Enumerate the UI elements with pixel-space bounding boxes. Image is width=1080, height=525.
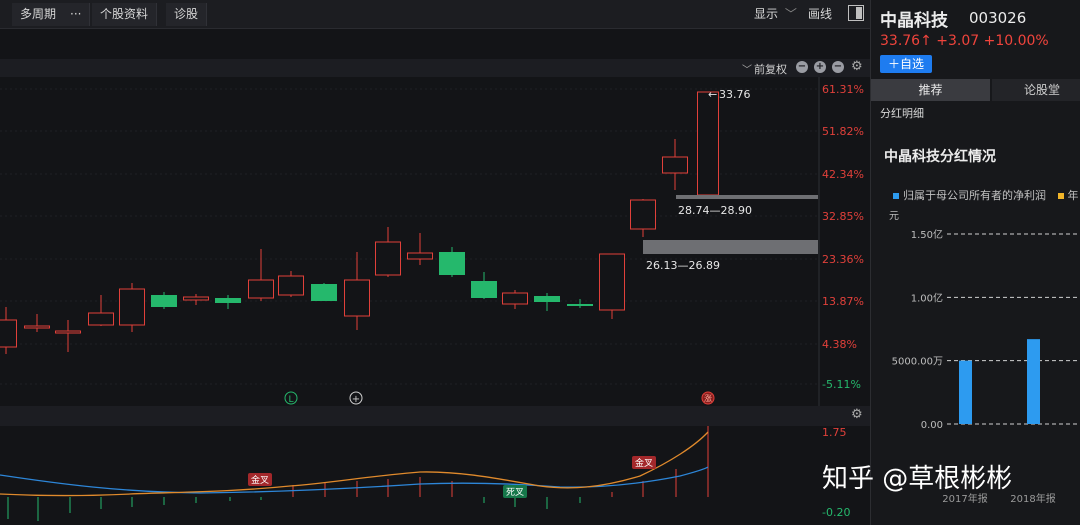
dividend-y-tick: 0.00: [921, 420, 943, 431]
dividend-bar: [1027, 339, 1040, 424]
candle: [88, 295, 114, 326]
indicator-y-bottom: -0.20: [822, 506, 850, 519]
collapse-icon[interactable]: −: [832, 61, 844, 73]
candle: [151, 292, 177, 309]
event-markers: L + 涨: [284, 391, 715, 405]
display-label: 显示: [754, 7, 779, 21]
panel-toggle-icon[interactable]: [848, 5, 864, 21]
indicator-header: ⚙: [0, 406, 870, 426]
chevron-down-icon: ﹀: [742, 65, 752, 76]
marker-limit-up-label: 涨: [704, 393, 712, 403]
candle: [248, 249, 274, 301]
candle: [55, 320, 81, 352]
stock-side-panel: 中晶科技 003026 33.76↑ +3.07 +10.00% ＋自选 推荐 …: [870, 0, 1080, 525]
diagnosis-button[interactable]: 诊股: [166, 3, 208, 26]
price-zone-lower: [643, 240, 818, 254]
tab-recommend[interactable]: 推荐: [871, 79, 990, 101]
marker-l-label: L: [288, 395, 293, 405]
dividend-bar: [959, 360, 972, 424]
golden-cross-label: 金叉: [251, 474, 269, 486]
price-chart-header: ﹀ 前复权 − + − ⚙: [0, 59, 870, 77]
dividend-y-tick: 1.50亿: [911, 228, 943, 241]
death-cross-label: 死叉: [506, 487, 524, 498]
price-axis-tick: 4.38%: [822, 338, 857, 351]
chevron-down-icon: ﹀: [784, 7, 797, 21]
candle: [599, 253, 625, 319]
price-zone-upper: [676, 195, 818, 199]
candle: [119, 283, 145, 332]
stock-name: 中晶科技: [880, 11, 948, 31]
macd-indicator-chart[interactable]: 金叉 死叉 金叉 1.75 -0.20: [0, 426, 870, 525]
candle: [471, 272, 497, 299]
add-favorite-button[interactable]: ＋自选: [880, 55, 932, 73]
candle: [344, 252, 370, 330]
tab-stock-forum[interactable]: 论股堂: [992, 79, 1080, 101]
candle: [567, 299, 593, 308]
multi-period-button[interactable]: 多周期: [12, 3, 66, 26]
dividend-y-tick: 5000.00万: [892, 357, 943, 368]
price-zone-upper-label: 28.74—28.90: [678, 204, 752, 217]
stock-info-button[interactable]: 个股资料: [92, 3, 158, 26]
dividend-x-label: 2018年报: [1010, 492, 1055, 505]
gear-icon[interactable]: ⚙: [851, 59, 863, 74]
indicator-y-top: 1.75: [822, 426, 847, 439]
golden-cross-label: 金叉: [635, 457, 653, 469]
candle: [24, 314, 50, 332]
zoom-in-icon[interactable]: +: [814, 61, 826, 73]
price-axis-tick: 42.34%: [822, 168, 864, 181]
gear-icon[interactable]: ⚙: [851, 407, 863, 422]
price-axis-tick: 23.36%: [822, 253, 864, 266]
dif-line: [0, 466, 709, 494]
marker-plus-label: +: [352, 394, 360, 405]
watermark: 知乎 @草根彬彬: [822, 464, 1013, 494]
stock-code: 003026: [969, 9, 1027, 27]
dividend-grid: 1.50亿 1.00亿 5000.00万 0.00: [892, 228, 1080, 431]
price-axis-tick: -5.11%: [822, 378, 861, 391]
price-axis-tick: 51.82%: [822, 125, 864, 138]
candle: [0, 307, 17, 354]
candle: [697, 91, 719, 196]
candle: [630, 199, 656, 237]
candle: [278, 271, 304, 297]
dividend-bars: [959, 339, 1040, 424]
candle: [375, 227, 401, 277]
adjust-mode-dropdown[interactable]: 前复权: [754, 61, 787, 77]
candle: [311, 283, 337, 301]
more-menu-button[interactable]: ···: [62, 3, 91, 26]
price-axis-tick: 61.31%: [822, 83, 864, 96]
draw-line-button[interactable]: 画线: [808, 3, 832, 26]
price-axis-tick: 32.85%: [822, 210, 864, 223]
candlestick-chart[interactable]: 28.74—28.90 26.13—26.89 ← 33.76 61.31% 51…: [0, 77, 870, 406]
zoom-out-icon[interactable]: −: [796, 61, 808, 73]
dividend-title: 中晶科技分红情况: [884, 149, 996, 165]
legend-swatch-blue: [893, 193, 899, 199]
section-dividend-details: 分红明细: [880, 107, 924, 120]
legend-swatch-yellow: [1057, 193, 1064, 199]
candle: [662, 139, 688, 190]
price-axis-tick: 13.87%: [822, 295, 864, 308]
candle: [215, 295, 241, 309]
candle: [183, 294, 209, 305]
last-price-arrow: ←: [708, 88, 717, 101]
last-price-label: 33.76: [719, 88, 751, 101]
price-axis: 61.31% 51.82% 42.34% 32.85% 23.36% 13.87% 4.38…: [822, 83, 864, 391]
dividend-unit-label: 元: [889, 211, 899, 222]
stock-price-change: 33.76↑ +3.07 +10.00%: [880, 33, 1049, 49]
candle: [407, 233, 433, 265]
candle: [502, 290, 528, 309]
price-zones: 28.74—28.90 26.13—26.89: [643, 195, 818, 272]
display-dropdown[interactable]: 显示 ﹀: [754, 3, 797, 26]
chart-toolbar: 多周期 ··· 个股资料 诊股 显示 ﹀ 画线: [0, 0, 870, 29]
macd-histogram: [7, 426, 709, 521]
dividend-y-tick: 1.00亿: [911, 291, 943, 304]
candle: [534, 293, 560, 311]
candle: [439, 247, 465, 277]
price-zone-lower-label: 26.13—26.89: [646, 259, 720, 272]
